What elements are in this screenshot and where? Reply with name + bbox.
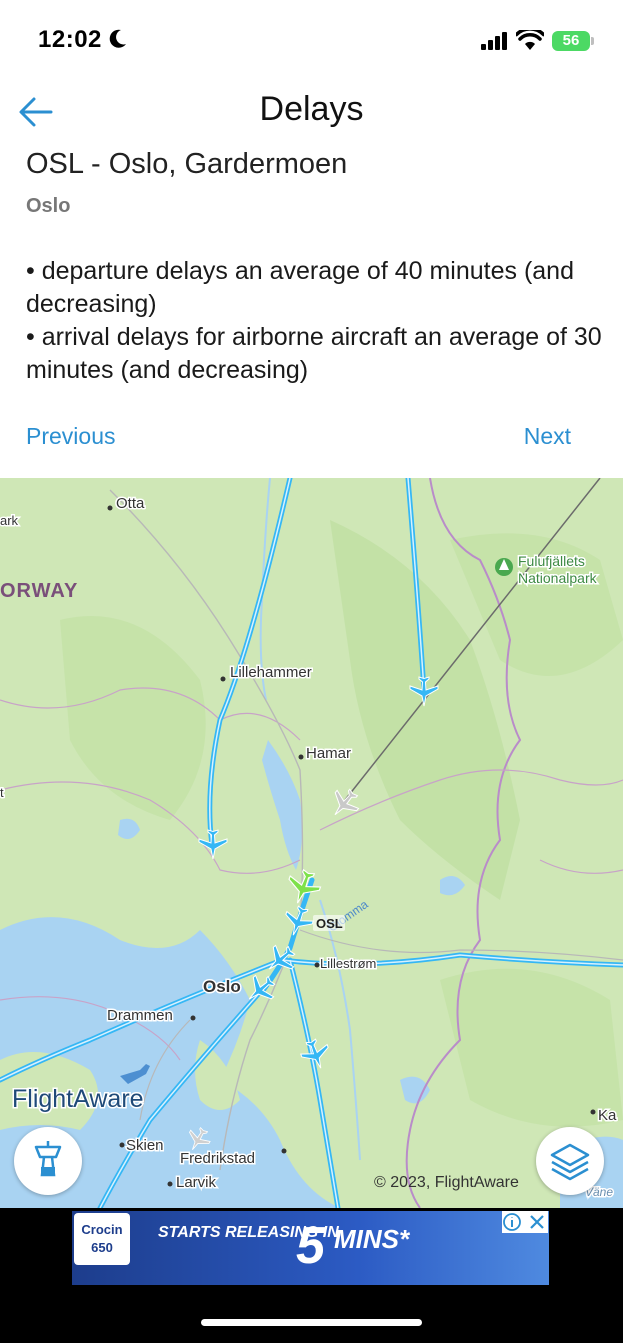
status-bar: 12:02 56 [0, 0, 623, 84]
map-label-ka: Ka [598, 1107, 617, 1124]
ad-choices-controls [502, 1211, 548, 1233]
airport-name: OSL - Oslo, Gardermoen [26, 148, 348, 180]
map-label-osl: OSL [316, 916, 343, 931]
moon-icon [109, 29, 126, 48]
map-label-ark: ark [0, 513, 19, 528]
previous-link[interactable]: Previous [26, 423, 115, 450]
flightaware-wordmark: FlightAware [12, 1085, 144, 1113]
park-icon [495, 558, 513, 576]
layers-icon [550, 1143, 590, 1181]
map-label-t: t [0, 785, 4, 800]
map-label-nationalpark: Nationalpark [518, 570, 598, 586]
map-label-lillehammer: Lillehammer [230, 664, 312, 681]
delay-details: • departure delays an average of 40 minu… [26, 255, 606, 387]
ad-unit: MINS* [334, 1224, 410, 1254]
airport-city: Oslo [26, 195, 71, 217]
battery-indicator: 56 [552, 31, 590, 51]
map-label-lillestrom: Lillestrøm [320, 956, 376, 971]
map-label-skien: Skien [126, 1137, 164, 1154]
map-label-drammen: Drammen [107, 1007, 173, 1024]
control-tower-icon [34, 1141, 62, 1177]
app-screen: 12:02 56 Delays OSL - Oslo, Gardermoen O… [0, 0, 623, 1343]
home-indicator[interactable] [201, 1319, 422, 1326]
status-time: 12:02 [38, 26, 102, 53]
map-label-fredrikstad: Fredrikstad [180, 1150, 255, 1167]
map-label-fulufjallets: Fulufjällets [518, 553, 585, 569]
ad-brand-name: Crocin [81, 1222, 123, 1237]
ad-brand-sub: 650 [91, 1240, 113, 1255]
map-label-norway: ORWAY [0, 580, 78, 602]
page-title: Delays [259, 90, 364, 128]
map-layers-button[interactable] [536, 1127, 604, 1195]
map-label-hamar: Hamar [306, 745, 351, 762]
next-link[interactable]: Next [524, 423, 571, 450]
departure-delay-text: • departure delays an average of 40 minu… [26, 257, 574, 318]
ad-number: 5 [296, 1217, 325, 1275]
flight-map[interactable]: Otta ark t Lillehammer Hamar Lillestrøm … [0, 478, 623, 1208]
wifi-icon [516, 30, 544, 50]
map-label-oslo: Oslo [203, 977, 241, 996]
close-icon[interactable] [526, 1211, 548, 1233]
map-copyright: © 2023, FlightAware [374, 1174, 519, 1191]
map-label-otta: Otta [116, 495, 145, 512]
battery-tip [591, 37, 594, 45]
ad-brand-logo: Crocin 650 [74, 1213, 130, 1265]
map-label-larvik: Larvik [176, 1174, 217, 1191]
airport-marker-osl[interactable]: OSL [313, 915, 345, 931]
arrival-delay-text: • arrival delays for airborne aircraft a… [26, 323, 602, 384]
map-canvas: Otta ark t Lillehammer Hamar Lillestrøm … [0, 478, 623, 1208]
airport-tower-button[interactable] [14, 1127, 82, 1195]
signal-icon [481, 32, 507, 50]
